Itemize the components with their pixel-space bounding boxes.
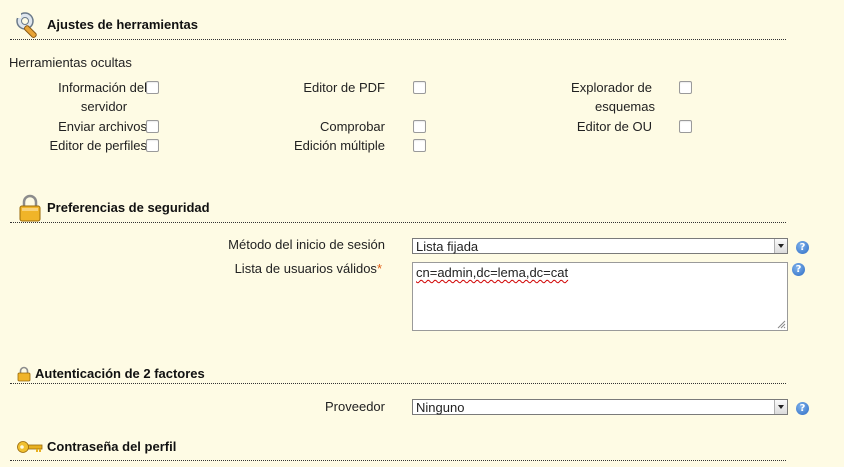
resize-grip-icon[interactable]: [777, 320, 786, 329]
section-divider: [10, 460, 786, 461]
key-icon: [17, 440, 43, 454]
section-title-profile-password: Contraseña del perfil: [47, 439, 177, 454]
lock-icon: [17, 194, 43, 222]
checkbox-check[interactable]: [413, 120, 426, 133]
section-divider: [10, 222, 786, 223]
login-method-select[interactable]: Lista fijada: [412, 238, 788, 254]
section-divider: [10, 39, 786, 40]
hidden-tools-label: Herramientas ocultas: [9, 55, 132, 70]
tool-label-check: Comprobar: [319, 119, 385, 134]
tool-label-server-info: Información del: [58, 80, 147, 95]
tools-icon: [14, 10, 44, 40]
checkbox-schema-browser[interactable]: [679, 81, 692, 94]
login-method-value: Lista fijada: [416, 239, 479, 254]
tool-label-profile-editor: Editor de perfiles: [49, 138, 147, 153]
checkbox-profile-editor[interactable]: [146, 139, 159, 152]
help-icon[interactable]: ?: [792, 263, 805, 276]
login-method-label: Método del inicio de sesión: [228, 237, 385, 252]
checkbox-send-files[interactable]: [146, 120, 159, 133]
checkbox-pdf-editor[interactable]: [413, 81, 426, 94]
checkbox-ou-editor[interactable]: [679, 120, 692, 133]
section-title-two-factor: Autenticación de 2 factores: [35, 366, 205, 381]
section-title-security: Preferencias de seguridad: [47, 200, 210, 215]
tool-label-multi-edit: Edición múltiple: [293, 138, 385, 153]
chevron-down-icon: [774, 239, 787, 253]
provider-select[interactable]: Ninguno: [412, 399, 788, 415]
help-icon[interactable]: ?: [796, 241, 809, 254]
help-icon[interactable]: ?: [796, 402, 809, 415]
provider-value: Ninguno: [416, 400, 465, 415]
checkbox-server-info[interactable]: [146, 81, 159, 94]
provider-label: Proveedor: [325, 399, 385, 414]
chevron-down-icon: [774, 400, 787, 414]
required-mark: *: [376, 261, 382, 276]
valid-users-textarea[interactable]: cn=admin,dc=lema,dc=cat: [412, 262, 788, 331]
tool-label-pdf-editor: Editor de PDF: [303, 80, 385, 95]
section-divider: [10, 383, 786, 384]
tool-label-send-files: Enviar archivos: [58, 119, 147, 134]
section-title-tools: Ajustes de herramientas: [47, 17, 199, 32]
tool-label-ou-editor: Editor de OU: [576, 119, 652, 134]
valid-users-label: Lista de usuarios válidos*: [234, 261, 382, 276]
tool-label-schema-browser-line2: esquemas: [595, 99, 655, 114]
valid-users-value: cn=admin,dc=lema,dc=cat: [416, 265, 569, 280]
small-lock-icon: [16, 366, 32, 382]
tool-label-schema-browser: Explorador de: [571, 80, 652, 95]
checkbox-multi-edit[interactable]: [413, 139, 426, 152]
tool-label-server-info-line2: servidor: [80, 99, 128, 114]
